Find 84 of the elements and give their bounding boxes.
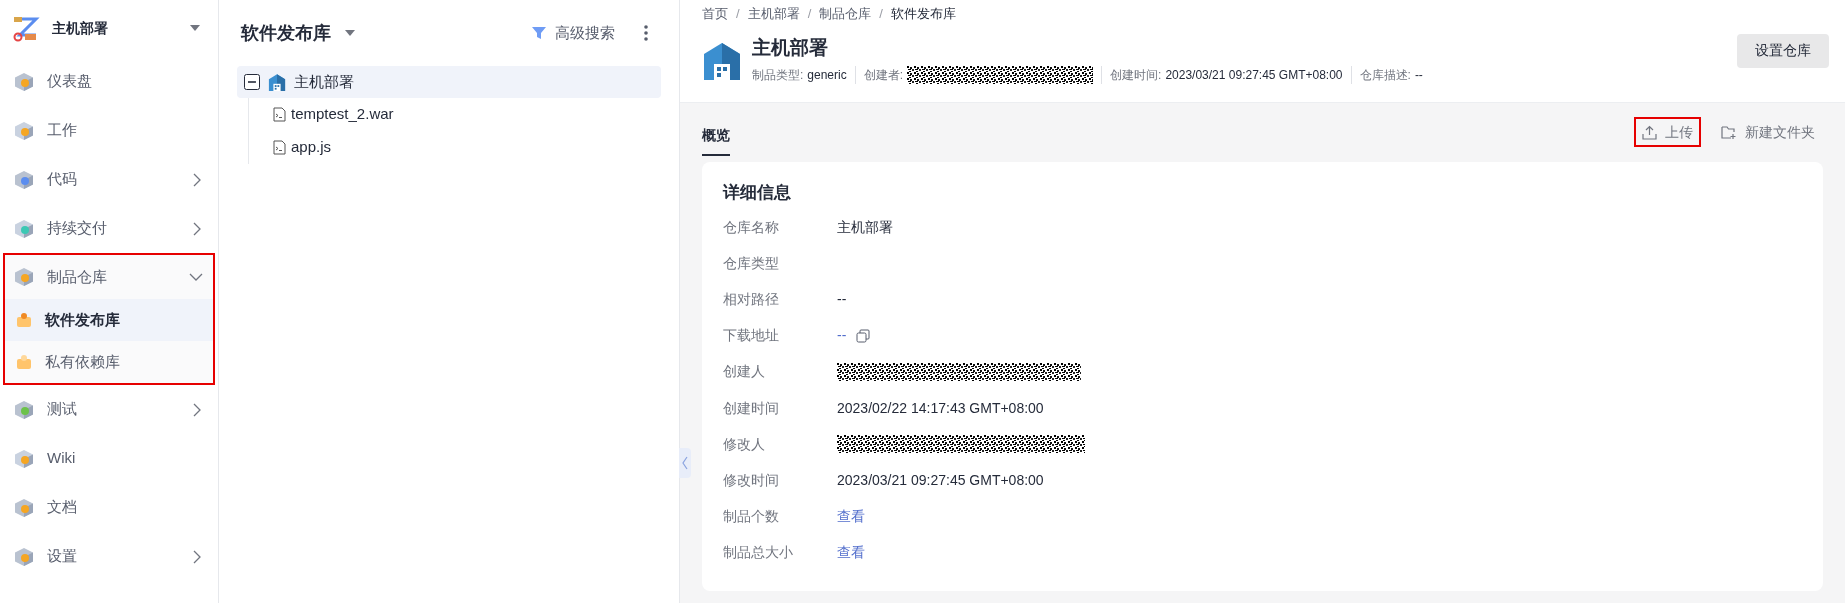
- meta-value: 2023/03/21 09:27:45 GMT+08:00: [1165, 66, 1343, 84]
- meta-label: 创建者:: [863, 66, 904, 84]
- breadcrumb-item[interactable]: 首页: [702, 4, 728, 24]
- breadcrumb-separator: /: [879, 5, 883, 23]
- cube-icon: [13, 447, 35, 470]
- advanced-search-button[interactable]: 高级搜索: [531, 21, 615, 45]
- cube-icon: [13, 496, 35, 519]
- field-label: 相对路径: [723, 289, 780, 309]
- chevron-left-icon: [682, 456, 688, 470]
- logo-icon: [12, 14, 40, 42]
- view-link[interactable]: 查看: [837, 506, 865, 528]
- cube-icon: [13, 70, 35, 93]
- field-label: 创建时间: [723, 398, 780, 418]
- field-value: 2023/02/22 14:17:43 GMT+08:00: [837, 398, 1044, 418]
- breadcrumb-item: 软件发布库: [890, 5, 956, 23]
- collapse-handle[interactable]: [679, 448, 691, 478]
- panel-title: 软件发布库: [241, 21, 331, 45]
- meta-label: 制品类型:: [752, 66, 804, 84]
- repo-name: 主机部署: [752, 35, 829, 60]
- breadcrumb-item[interactable]: 主机部署: [747, 4, 800, 24]
- sidebar-item[interactable]: 代码: [0, 155, 218, 204]
- sidebar-item[interactable]: 文档: [0, 483, 218, 532]
- sidebar-item[interactable]: 制品仓库: [5, 255, 213, 299]
- cube-icon: [13, 398, 35, 421]
- caret-icon[interactable]: [190, 25, 200, 31]
- new-folder-button[interactable]: 新建文件夹: [1713, 117, 1823, 147]
- settings-button[interactable]: 设置仓库: [1737, 33, 1829, 68]
- chevron-icon: [192, 220, 202, 237]
- tree-node[interactable]: 主机部署: [237, 66, 661, 98]
- cube-icon: [13, 217, 35, 240]
- cube-icon: [13, 266, 35, 288]
- cube-icon: [13, 119, 35, 142]
- view-link[interactable]: 查看: [837, 542, 865, 564]
- field-label: 仓库名称: [723, 217, 780, 237]
- breadcrumb-separator: /: [807, 5, 812, 23]
- field-label: 下载地址: [723, 326, 780, 346]
- breadcrumb-item[interactable]: 制品仓库: [819, 4, 872, 24]
- sidebar-item[interactable]: Wiki: [0, 434, 218, 483]
- download-link[interactable]: --: [837, 325, 847, 347]
- meta-value: generic: [807, 66, 847, 84]
- folder-plus-icon: [1721, 125, 1737, 139]
- field-value: 主机部署: [837, 217, 893, 237]
- field-label: 修改人: [723, 434, 766, 454]
- chevron-icon: [192, 548, 202, 565]
- copy-icon[interactable]: [856, 328, 871, 343]
- tab[interactable]: 概览: [702, 124, 730, 156]
- field-label: 仓库类型: [723, 253, 780, 273]
- sidebar-subitem[interactable]: 软件发布库: [5, 299, 213, 341]
- upload-button[interactable]: 上传: [1634, 117, 1701, 147]
- cube-icon: [13, 168, 35, 191]
- chevron-icon: [188, 272, 204, 282]
- field-value: --: [837, 289, 847, 309]
- field-label: 制品总大小: [723, 543, 794, 563]
- meta-label: 仓库描述:: [1359, 66, 1411, 84]
- field-label: 修改时间: [723, 470, 780, 490]
- sidebar-item[interactable]: 工作: [0, 106, 218, 155]
- file-icon: [273, 107, 286, 122]
- box-icon: [15, 353, 33, 371]
- chevron-icon: [192, 171, 202, 188]
- cube-icon: [13, 545, 35, 568]
- chevron-icon: [192, 401, 202, 418]
- warehouse-icon: [268, 73, 286, 91]
- sidebar-item[interactable]: 测试: [0, 385, 218, 434]
- caret-icon[interactable]: [345, 30, 355, 36]
- collapse-icon[interactable]: [244, 74, 260, 90]
- file-icon: [273, 140, 286, 155]
- meta-value: --: [1414, 66, 1423, 84]
- meta-label: 创建时间:: [1110, 66, 1162, 84]
- box-icon: [15, 311, 33, 329]
- tree-node[interactable]: app.js: [249, 131, 661, 164]
- breadcrumb-separator: /: [736, 5, 740, 23]
- sidebar-subitem[interactable]: 私有依赖库: [5, 341, 213, 383]
- field-label: 制品个数: [723, 507, 780, 527]
- field-label: 创建人: [723, 362, 766, 382]
- project-name: 主机部署: [52, 18, 109, 38]
- upload-icon: [1642, 124, 1657, 140]
- tree-node[interactable]: temptest_2.war: [249, 98, 661, 131]
- field-value: 2023/03/21 09:27:45 GMT+08:00: [837, 470, 1044, 490]
- more-icon[interactable]: [643, 24, 649, 42]
- sidebar-item[interactable]: 持续交付: [0, 204, 218, 253]
- sidebar-item[interactable]: 设置: [0, 532, 218, 581]
- filter-icon: [531, 25, 547, 41]
- sidebar-item[interactable]: 仪表盘: [0, 57, 218, 106]
- card-title: 详细信息: [723, 181, 792, 204]
